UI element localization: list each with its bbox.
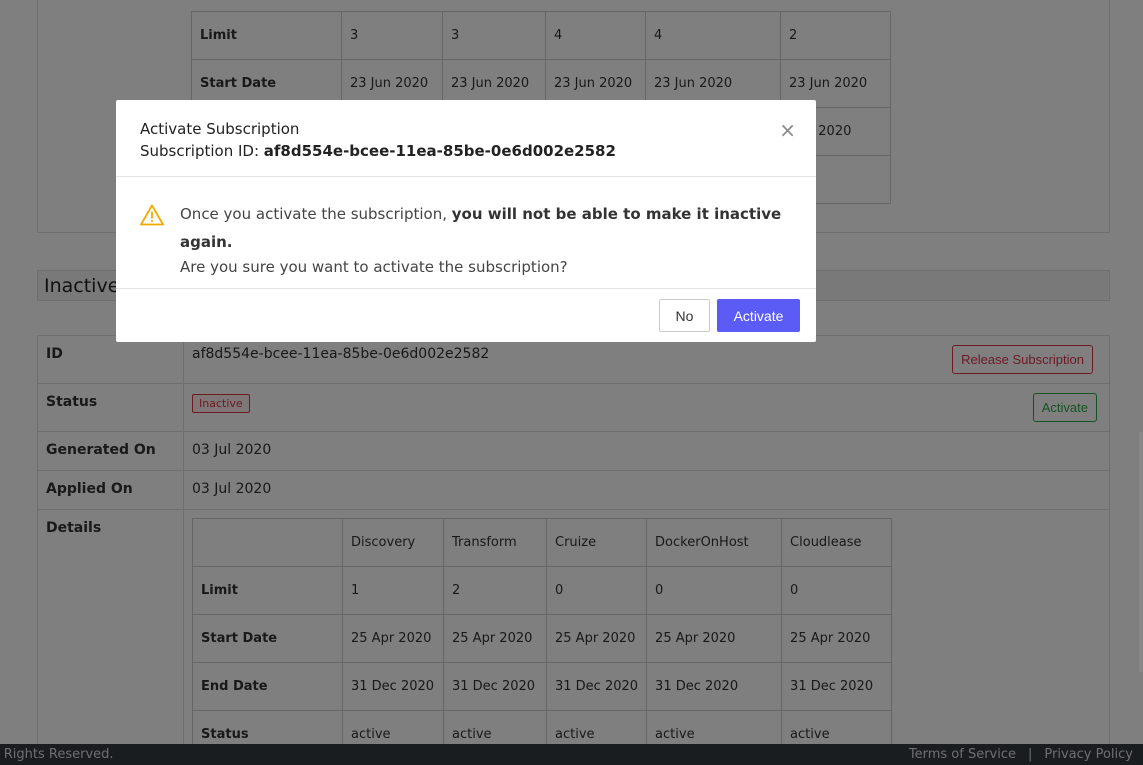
activate-subscription-modal: Activate Subscription Subscription ID: a… <box>116 100 816 342</box>
warning-icon <box>140 204 164 226</box>
subscription-id-label: Subscription ID: <box>140 142 264 160</box>
subscription-id-value: af8d554e-bcee-11ea-85be-0e6d002e2582 <box>263 142 616 160</box>
modal-header: Activate Subscription Subscription ID: a… <box>116 100 816 177</box>
page-scrollbar[interactable] <box>1139 432 1143 672</box>
no-button[interactable]: No <box>659 299 710 332</box>
modal-body: Once you activate the subscription, you … <box>116 177 816 289</box>
modal-message: Once you activate the subscription, you … <box>180 200 792 256</box>
modal-subtitle: Subscription ID: af8d554e-bcee-11ea-85be… <box>140 140 792 162</box>
modal-footer: No Activate <box>116 289 816 341</box>
modal-title: Activate Subscription <box>140 120 300 138</box>
modal-question: Are you sure you want to activate the su… <box>180 258 568 276</box>
activate-button[interactable]: Activate <box>717 299 800 332</box>
message-text: Once you activate the subscription, <box>180 205 452 223</box>
close-icon[interactable]: × <box>779 120 796 140</box>
